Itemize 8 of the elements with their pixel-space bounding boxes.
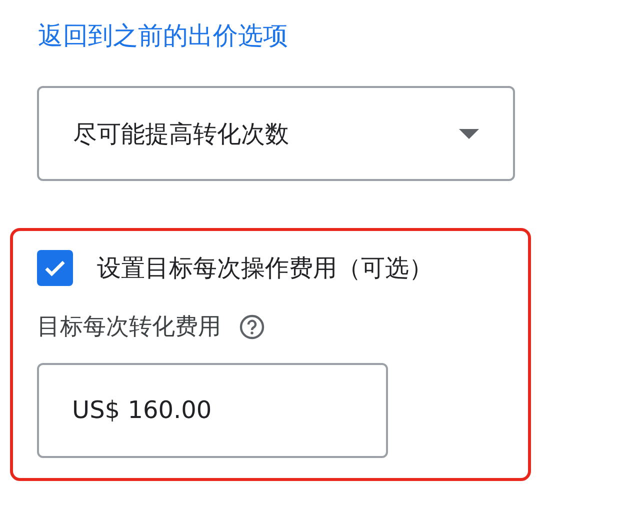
cost-input[interactable]: US$ 160.00 (37, 362, 388, 458)
back-link[interactable]: 返回到之前的出价选项 (38, 21, 288, 50)
caret-icon (459, 128, 479, 138)
field-label: 目标每次转化费用 (37, 313, 221, 342)
checkbox[interactable] (37, 250, 73, 286)
checkbox-label: 设置目标每次操作费用（可选） (97, 253, 433, 284)
bid-strategy-dropdown[interactable]: 尽可能提高转化次数 (37, 86, 515, 181)
help-icon[interactable] (239, 314, 265, 340)
